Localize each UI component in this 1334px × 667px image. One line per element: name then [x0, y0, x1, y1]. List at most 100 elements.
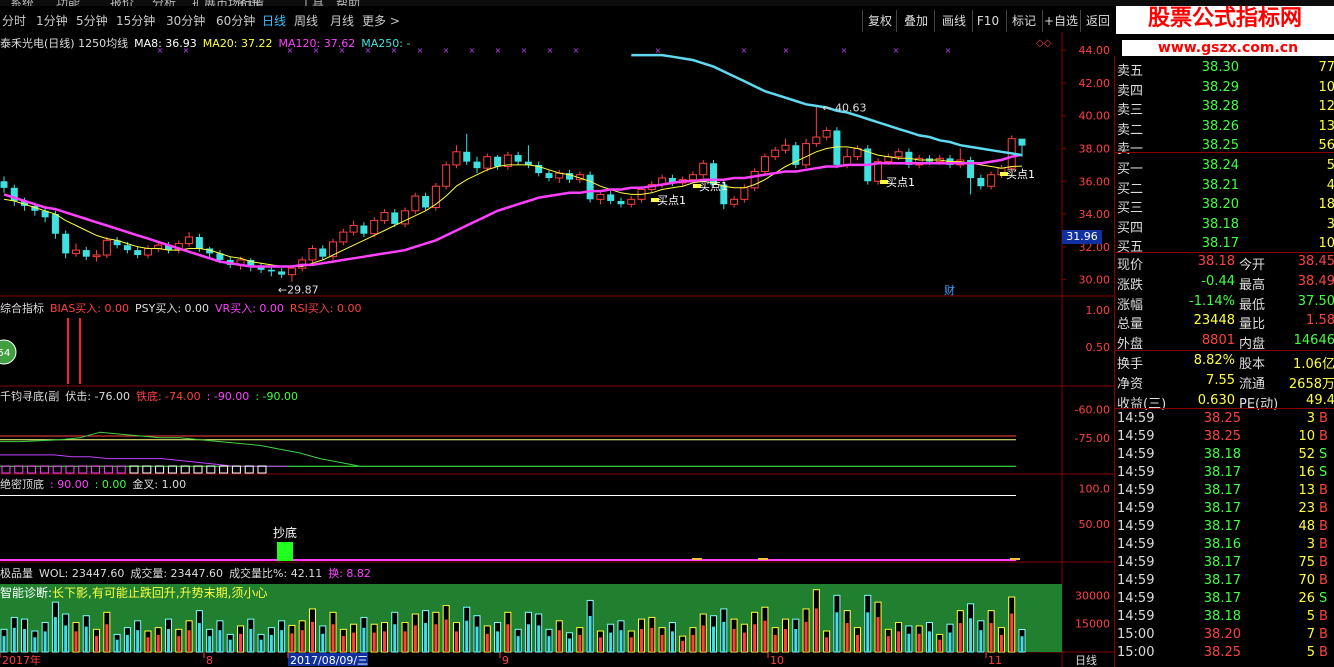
orderbook-row[interactable]: 买二 38.21 4 — [1115, 177, 1334, 197]
toolbar-button[interactable]: 标记 — [1006, 10, 1041, 32]
tick-time: 14:59 — [1117, 519, 1155, 534]
signal-box — [14, 465, 24, 474]
tick-price: 38.17 — [1203, 483, 1241, 498]
quote-divider — [1115, 350, 1334, 351]
toolbar-button[interactable]: 叠加 — [896, 10, 935, 32]
quote-value: 49.4 — [1306, 392, 1334, 408]
volume-inner-bar — [74, 631, 78, 652]
tick-volume: 5 — [1306, 645, 1315, 660]
tick-price: 38.25 — [1203, 645, 1241, 660]
timeframe-tab[interactable]: 日线 — [262, 12, 286, 29]
candle-body — [319, 248, 327, 257]
tick-row: 15:00 38.25 5 B — [1115, 645, 1334, 663]
legend-item: MA250: - — [361, 37, 411, 50]
candle-body — [185, 236, 194, 245]
volume-inner-bar — [53, 617, 57, 652]
volume-inner-bar — [712, 626, 716, 652]
timeframe-tab[interactable]: 15分钟 — [116, 12, 155, 29]
orderbook-row[interactable]: 买一 38.24 5 — [1115, 158, 1334, 177]
menu-item[interactable]: 资讯 — [236, 0, 260, 6]
orderbook-volume: 4 — [1326, 177, 1334, 193]
toolbar-button[interactable]: +自选 — [1042, 10, 1079, 32]
watermark-url: www.gszx.com.cn — [1122, 40, 1334, 56]
legend-title: 绝密顶底 — [0, 478, 44, 491]
timeframe-tab[interactable]: 30分钟 — [166, 12, 205, 29]
tick-price: 38.17 — [1203, 465, 1241, 480]
signal-mark: × — [893, 46, 900, 55]
legend-item: : 90.00 — [50, 478, 89, 491]
orderbook-row[interactable]: 买四 38.18 3 — [1115, 216, 1334, 236]
toolbar-button[interactable]: 画线 — [934, 10, 973, 32]
signal-box — [155, 465, 165, 474]
tick-price: 38.20 — [1203, 627, 1241, 642]
signal-box — [193, 465, 203, 474]
axis-label: 100.0 — [1079, 482, 1111, 495]
volume-inner-bar — [33, 637, 37, 652]
candle-body — [740, 187, 749, 200]
low-label: ←29.87 — [278, 284, 319, 297]
timeframe-tab[interactable]: 月线 — [330, 12, 354, 29]
tick-row: 14:59 38.17 26 S — [1115, 591, 1334, 609]
timeframe-tab[interactable]: 1分钟 — [36, 12, 68, 29]
volume-inner-bar — [897, 631, 901, 652]
menu-item[interactable]: 工具 — [300, 0, 324, 6]
volume-inner-bar — [619, 630, 623, 652]
diamond-icon: ◇◇ — [1036, 38, 1052, 49]
smart-diagnosis: 智能诊断:长下影,有可能止跌回升,升势末期,须小心 — [0, 584, 268, 601]
timeframe-tab[interactable]: 分时 — [2, 12, 26, 29]
quote-value: 0.630 — [1197, 392, 1235, 408]
orderbook-row[interactable]: 卖二 38.26 13 — [1115, 119, 1334, 138]
volume-inner-bar — [732, 628, 736, 652]
finance-marker[interactable]: 财 — [944, 283, 955, 297]
toolbar-button[interactable]: F10 — [972, 10, 1003, 32]
axis-label: 40.00 — [1079, 110, 1111, 123]
orderbook-price: 38.18 — [1201, 216, 1239, 232]
volume-inner-bar — [927, 631, 931, 652]
timeframe-tab[interactable]: 周线 — [294, 12, 318, 29]
timeframe-tab[interactable]: 更多 > — [362, 12, 400, 29]
volume-inner-bar — [136, 630, 140, 652]
volume-inner-bar — [681, 640, 685, 652]
orderbook-row[interactable]: 卖五 38.30 77 — [1115, 60, 1334, 79]
volume-inner-bar — [187, 630, 191, 652]
timeframe-tab[interactable]: 60分钟 — [216, 12, 255, 29]
signal-tick — [1010, 558, 1020, 560]
volume-inner-bar — [979, 630, 983, 652]
volume-inner-bar — [290, 633, 294, 652]
orderbook-volume: 5 — [1326, 158, 1334, 173]
oscillator-green — [0, 431, 361, 467]
volume-inner-bar — [84, 626, 88, 652]
menu-item[interactable]: 功能 — [56, 0, 80, 6]
menu-item[interactable]: 帮助 — [336, 0, 360, 6]
volume-inner-bar — [43, 631, 47, 652]
signal-box — [116, 465, 126, 474]
toolbar-button[interactable]: 返回 — [1080, 10, 1115, 32]
tick-volume: 3 — [1306, 537, 1315, 552]
orderbook-row[interactable]: 买三 38.20 18 — [1115, 197, 1334, 216]
signal-box — [231, 465, 241, 474]
legend-item: 成交量比%: 42.11 — [229, 567, 323, 580]
orderbook-volume: 77 — [1318, 60, 1334, 75]
candle-body — [102, 239, 111, 256]
bottom-signal-bar — [277, 542, 293, 561]
menu-item[interactable]: 系统 — [10, 0, 34, 6]
candle-body — [422, 196, 430, 208]
menu-item[interactable]: 报价 — [110, 0, 134, 6]
volume-inner-bar — [413, 625, 417, 652]
candle-body — [822, 129, 831, 138]
orderbook-row[interactable]: 卖四 38.29 10 — [1115, 80, 1334, 99]
orderbook-row[interactable]: 卖三 38.28 12 — [1115, 99, 1334, 118]
tick-flag: B — [1319, 573, 1328, 588]
volume-inner-bar — [352, 632, 356, 652]
timeframe-tab[interactable]: 5分钟 — [76, 12, 108, 29]
legend-item: : -90.00 — [255, 390, 298, 403]
orderbook-volume: 10 — [1318, 236, 1334, 252]
tick-flag: B — [1319, 411, 1328, 426]
orderbook-volume: 3 — [1326, 216, 1334, 232]
tick-volume: 5 — [1306, 609, 1315, 624]
buy-label: 买点1 — [657, 194, 686, 207]
diagnosis-text: 长下影,有可能止跌回升,升势末期,须小心 — [52, 586, 268, 600]
toolbar-button[interactable]: 复权 — [862, 10, 897, 32]
orderbook-row[interactable]: 卖一 38.25 56 — [1115, 138, 1334, 157]
menu-item[interactable]: 分析 — [152, 0, 176, 6]
